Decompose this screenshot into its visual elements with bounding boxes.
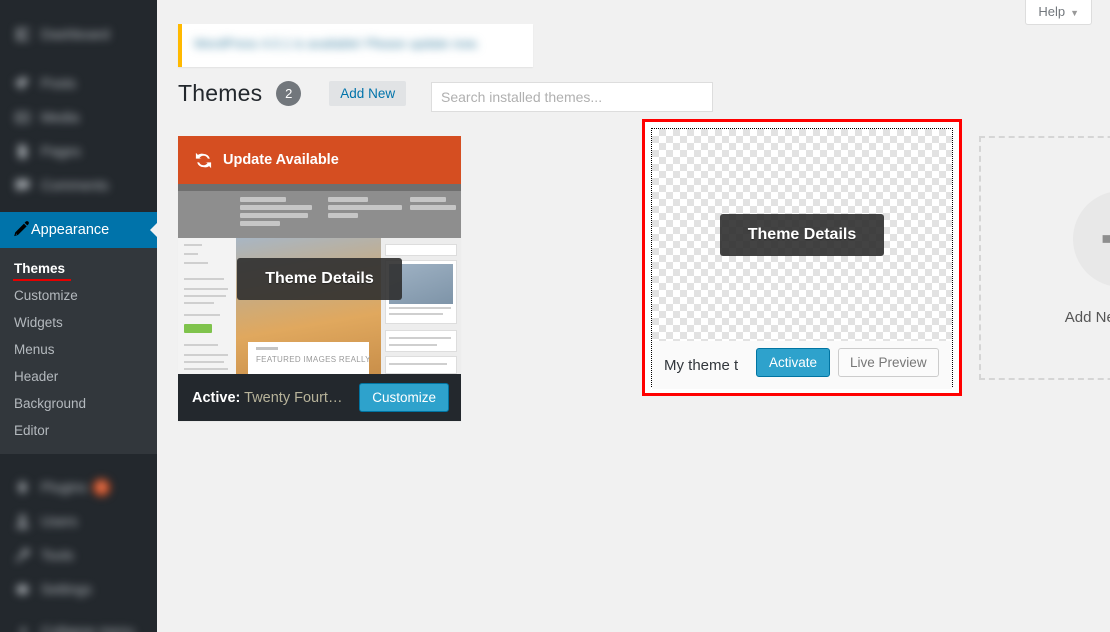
add-new-theme-label: Add New Theme (1064, 308, 1110, 326)
submenu-item-label: Themes (14, 261, 66, 276)
submenu-item-customize[interactable]: Customize (0, 282, 157, 309)
sidebar-item-appearance[interactable]: Appearance (0, 212, 158, 248)
admin-sidebar: Dashboard Posts Media Pages Comments App… (0, 0, 158, 632)
sidebar-item-users[interactable]: Users (0, 504, 157, 538)
theme-name: My theme t (664, 356, 739, 374)
sidebar-item-comments[interactable]: Comments (0, 168, 157, 202)
submenu-item-label: Customize (14, 288, 78, 303)
add-new-theme-card[interactable]: Add New Theme (979, 136, 1110, 380)
plug-icon (12, 477, 32, 497)
active-label: Active: (192, 389, 241, 406)
page-title: Themes (178, 80, 263, 106)
search-input[interactable] (431, 82, 713, 112)
page-icon (12, 141, 32, 161)
sidebar-item-label: Users (41, 513, 78, 529)
sidebar-item-pages[interactable]: Pages (0, 134, 157, 168)
page-header: Themes 2 Add New (178, 80, 407, 107)
active-theme-name: Twenty Fourt… (244, 389, 343, 406)
themes-admin-page: Dashboard Posts Media Pages Comments App… (0, 0, 1110, 632)
sidebar-item-settings[interactable]: Settings (0, 572, 157, 606)
submenu-item-label: Editor (14, 423, 50, 438)
help-button[interactable]: Help ▼ (1025, 0, 1092, 25)
customize-button[interactable]: Customize (359, 383, 449, 412)
submenu-item-background[interactable]: Background (0, 390, 157, 417)
plugins-update-badge: 1 (92, 478, 110, 496)
theme-details-overlay[interactable]: Theme Details (178, 184, 461, 374)
pin-icon (12, 73, 32, 93)
sidebar-item-media[interactable]: Media (0, 100, 157, 134)
sidebar-bottom-group: Plugins 1 Users Tools Settings Collapse … (0, 454, 157, 632)
submenu-item-menus[interactable]: Menus (0, 336, 157, 363)
sidebar-item-label: Media (41, 109, 80, 125)
sidebar-item-label: Collapse menu (41, 623, 135, 632)
sidebar-item-label: Pages (41, 143, 81, 159)
sidebar-item-posts[interactable]: Posts (0, 66, 157, 100)
sidebar-item-plugins[interactable]: Plugins 1 (0, 470, 157, 504)
update-available-banner: Update Available (178, 136, 461, 184)
sidebar-item-label: Comments (41, 177, 109, 193)
main-content: Help ▼ WordPress 4.0.1 is available! Plea… (157, 0, 1110, 632)
theme-count-badge: 2 (276, 81, 302, 106)
sidebar-item-label: Dashboard (41, 26, 110, 42)
help-label: Help (1038, 4, 1066, 19)
tools-icon (12, 545, 32, 565)
comments-icon (12, 175, 32, 195)
notice-text: WordPress 4.0.1 is available! Please upd… (194, 36, 480, 51)
update-icon (194, 151, 213, 170)
sidebar-item-label: Posts (41, 75, 77, 91)
appearance-submenu: Themes Customize Widgets Menus Header Ba… (0, 248, 157, 454)
sidebar-item-label: Plugins (41, 479, 87, 495)
sidebar-item-collapse-menu[interactable]: Collapse menu (0, 614, 157, 632)
theme-actions: Activate Live Preview (756, 348, 939, 377)
theme-card-selected-highlight: Theme Details My theme t Activate Live P… (642, 119, 962, 396)
sidebar-item-label: Settings (41, 581, 92, 597)
activate-button[interactable]: Activate (756, 348, 831, 377)
add-new-button[interactable]: Add New (329, 81, 407, 106)
submenu-item-header[interactable]: Header (0, 363, 157, 390)
theme-screenshot-placeholder[interactable]: Theme Details (652, 129, 952, 341)
submenu-item-widgets[interactable]: Widgets (0, 309, 157, 336)
sidebar-item-tools[interactable]: Tools (0, 538, 157, 572)
plus-icon (1072, 190, 1110, 287)
chevron-down-icon: ▼ (1070, 8, 1079, 18)
submenu-item-editor[interactable]: Editor (0, 417, 157, 444)
theme-card-footer: My theme t Activate Live Preview (652, 341, 952, 389)
collapse-icon (12, 621, 32, 632)
theme-details-overlay[interactable]: Theme Details (652, 129, 952, 341)
theme-card-my-theme[interactable]: Theme Details My theme t Activate Live P… (651, 128, 953, 389)
submenu-item-label: Menus (14, 342, 55, 357)
submenu-item-label: Header (14, 369, 59, 384)
dashboard-icon (12, 24, 32, 44)
submenu-item-label: Widgets (14, 315, 63, 330)
sidebar-item-dashboard[interactable]: Dashboard (0, 14, 157, 54)
sidebar-item-label: Appearance (31, 222, 110, 238)
submenu-item-label: Background (14, 396, 87, 411)
submenu-item-themes[interactable]: Themes (0, 255, 157, 282)
theme-card-footer: Active: Twenty Fourt… Customize (178, 374, 461, 421)
theme-card-active[interactable]: Update Available FEATURED IMAGES REALLY … (178, 136, 461, 421)
users-icon (12, 511, 32, 531)
sidebar-item-label: Tools (41, 547, 74, 563)
theme-screenshot[interactable]: FEATURED IMAGES REALLY Theme Details (178, 184, 461, 374)
update-notice: WordPress 4.0.1 is available! Please upd… (178, 24, 533, 67)
theme-name: Active: Twenty Fourt… (192, 390, 342, 406)
live-preview-button[interactable]: Live Preview (838, 348, 939, 377)
settings-icon (12, 579, 32, 599)
theme-details-button[interactable]: Theme Details (237, 258, 402, 300)
sidebar-top-group: Dashboard Posts Media Pages Comments (0, 0, 157, 202)
update-banner-label: Update Available (223, 152, 339, 168)
themes-highlight-underline (13, 278, 71, 281)
theme-details-button[interactable]: Theme Details (719, 214, 885, 256)
media-icon (12, 107, 32, 127)
paintbrush-icon (12, 219, 31, 241)
